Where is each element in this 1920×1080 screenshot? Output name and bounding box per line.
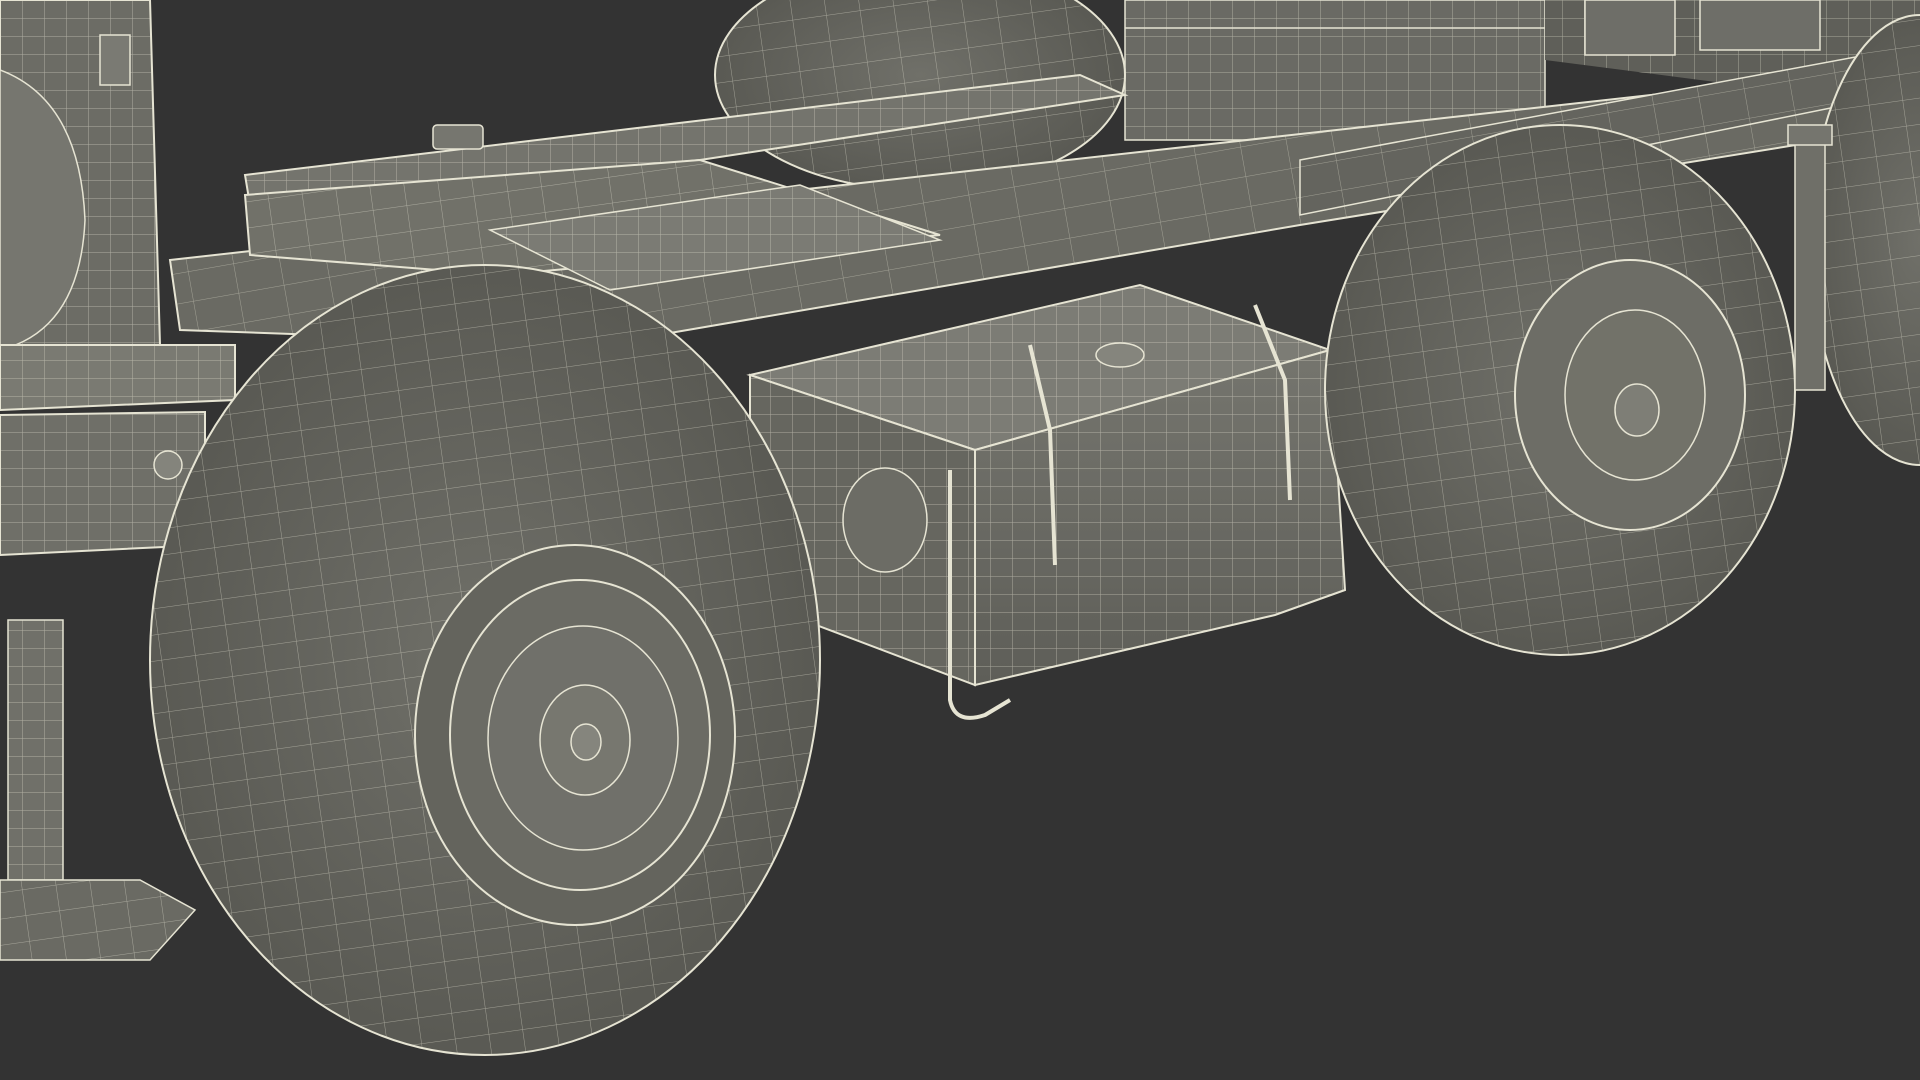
render-viewport	[0, 0, 1920, 1080]
fuel-tank	[746, 283, 1347, 720]
front-axle-wheel-left	[149, 264, 821, 1056]
wireframe-truck-chassis-render	[0, 0, 1920, 1056]
shock-absorber	[1787, 124, 1833, 391]
rear-axle-wheel-right	[1324, 124, 1796, 656]
